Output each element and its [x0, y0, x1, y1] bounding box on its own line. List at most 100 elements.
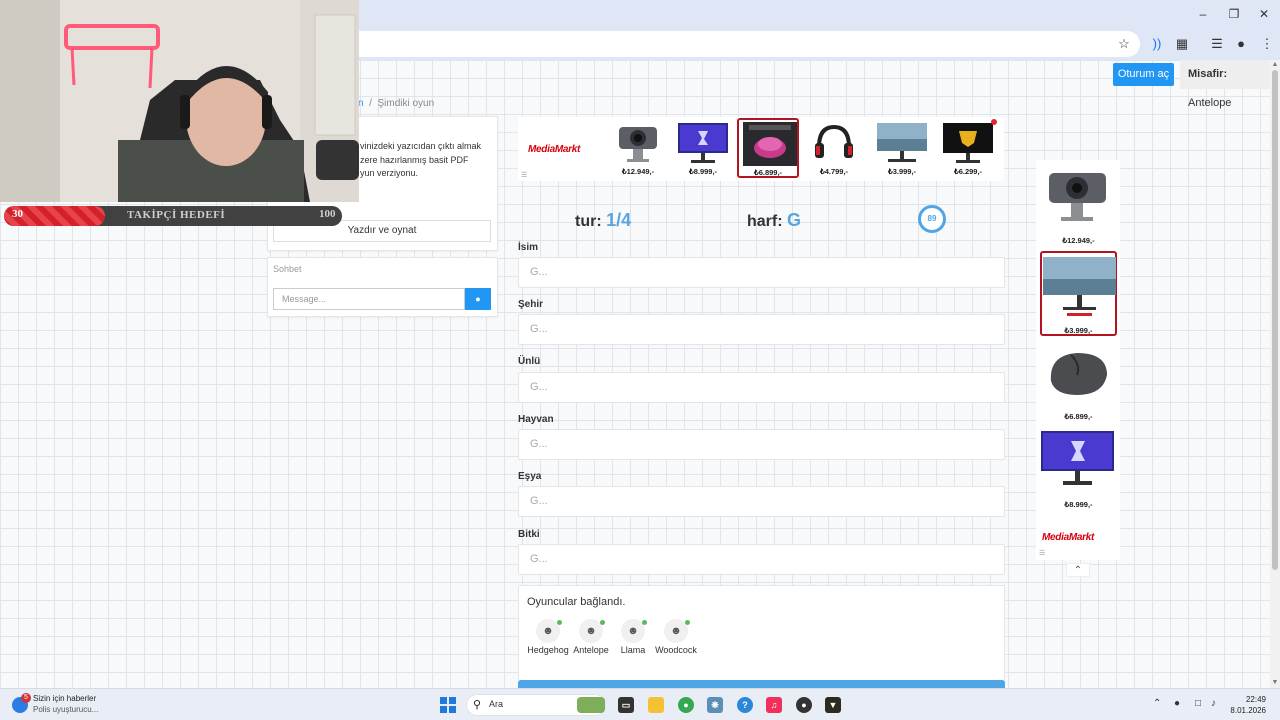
restore-icon[interactable]: ❐	[1224, 6, 1244, 22]
breadcrumb: n / Şimdiki oyun	[358, 98, 434, 109]
answer-input-name[interactable]: G...	[518, 257, 1005, 288]
chrome-icon[interactable]: ●	[678, 697, 694, 713]
ad-product-selected[interactable]: ₺3.999,-	[1040, 251, 1117, 336]
chevron-up-icon[interactable]: ⌃	[1066, 563, 1090, 577]
profile-avatar-icon[interactable]: ●	[1232, 35, 1250, 53]
webcam-icon	[619, 127, 657, 162]
ad-product[interactable]: ₺6.899,-	[1040, 339, 1117, 424]
address-bar[interactable]	[340, 31, 1140, 57]
round-value: 1/4	[606, 210, 632, 230]
players-title: Oyuncular bağlandı.	[527, 596, 626, 608]
menu-icon[interactable]: ⋮	[1258, 35, 1276, 53]
ad-price: ₺3.999,-	[887, 167, 917, 176]
ad-menu-icon[interactable]: ☰	[521, 171, 527, 179]
page-scrollbar[interactable]: ▲ ▼	[1270, 60, 1280, 688]
tray-chevron-up-icon[interactable]: ⌃	[1153, 698, 1161, 709]
mouse-icon	[1050, 353, 1107, 395]
print-info-text: vinizdeki yazıcıdan çıktı almak zere haz…	[360, 140, 495, 181]
minimize-icon[interactable]: –	[1193, 6, 1213, 22]
ad-price: ₺6.299,-	[953, 167, 983, 176]
chat-message-input[interactable]: Message...	[273, 288, 465, 310]
guest-badge[interactable]: Misafir: Antelope	[1180, 60, 1270, 109]
ad-product[interactable]: ₺12.949,-	[607, 119, 669, 179]
round-label: tur:	[575, 213, 602, 230]
ad-product[interactable]: ₺3.999,-	[871, 119, 933, 179]
follower-goal-title: TAKİPÇİ HEDEFİ	[127, 209, 226, 221]
login-button[interactable]: Oturum aç	[1113, 63, 1174, 86]
field-label: Şehir	[518, 299, 544, 310]
help-icon[interactable]: ?	[737, 697, 753, 713]
gaming-monitor-icon	[1041, 431, 1114, 485]
music-app-icon[interactable]: ♫	[766, 697, 782, 713]
player-item: ☻ Woodcock	[652, 619, 700, 664]
ad-banner-top[interactable]: MediaMarkt ☰ ₺12.949,- ₺8.999,- ₺6.899,-…	[518, 117, 1004, 181]
app-icon[interactable]: ❋	[707, 697, 723, 713]
task-view-icon[interactable]: ▭	[618, 697, 634, 713]
obs-icon[interactable]: ●	[796, 697, 812, 713]
ad-product[interactable]: ₺4.799,-	[803, 119, 865, 179]
ad-close-icon[interactable]	[991, 119, 997, 125]
ad-price: ₺3.999,-	[1064, 326, 1093, 335]
ad-price: ₺6.899,-	[1064, 412, 1093, 421]
field-label: Hayvan	[518, 414, 554, 425]
scrollbar-thumb[interactable]	[1272, 70, 1278, 570]
chat-bubble-icon: ●	[475, 294, 481, 304]
search-highlight-image	[577, 697, 605, 713]
ad-banner-side[interactable]: ₺12.949,- ₺3.999,- ₺6.899,- ₺8.999,- Med…	[1036, 160, 1120, 560]
answer-input-celebrity[interactable]: G...	[518, 372, 1005, 403]
search-label: Ara	[489, 699, 504, 709]
scroll-up-icon[interactable]: ▲	[1271, 61, 1279, 69]
headset-icon	[815, 124, 853, 158]
letter-label: harf:	[747, 213, 783, 230]
news-subtitle[interactable]: Polis uyuşturucu...	[33, 705, 98, 714]
ad-product[interactable]: ₺8.999,-	[1040, 427, 1117, 512]
round-indicator: tur: 1/4	[575, 210, 631, 231]
file-explorer-icon[interactable]	[648, 697, 664, 713]
monitor-icon	[1043, 257, 1116, 316]
read-aloud-icon[interactable]: ))	[1148, 35, 1166, 53]
webcam-feed	[0, 0, 359, 202]
media-icon[interactable]: ☰	[1208, 35, 1226, 53]
info-line: zere hazırlanmış basit PDF	[360, 154, 469, 165]
volume-icon[interactable]: ♪	[1211, 698, 1216, 709]
online-status-dot	[600, 620, 605, 625]
extensions-icon[interactable]: ▦	[1173, 35, 1191, 53]
answer-input-city[interactable]: G...	[518, 314, 1005, 345]
field-label: Eşya	[518, 471, 542, 482]
ad-price: ₺12.949,-	[621, 167, 655, 176]
answer-input-plant[interactable]: G...	[518, 544, 1005, 575]
clock-date: 8.01.2026	[1230, 706, 1266, 715]
player-name: Woodcock	[655, 645, 697, 655]
ad-product[interactable]: ₺12.949,-	[1040, 163, 1117, 248]
network-icon[interactable]: □	[1195, 698, 1201, 709]
ad-product[interactable]: ₺6.299,-	[937, 119, 999, 179]
online-status-dot	[642, 620, 647, 625]
ad-price: ₺6.899,-	[753, 168, 783, 177]
ad-menu-icon[interactable]: ☰	[1039, 549, 1045, 557]
taskbar-search[interactable]: ⚲ Ara	[466, 694, 606, 716]
news-title[interactable]: Sizin için haberler	[33, 694, 96, 703]
guest-name: Antelope	[1188, 97, 1232, 109]
answer-input-animal[interactable]: G...	[518, 429, 1005, 460]
info-line: vinizdeki yazıcıdan çıktı almak	[360, 141, 482, 151]
close-icon[interactable]: ✕	[1254, 6, 1274, 22]
ad-price: ₺4.799,-	[819, 167, 849, 176]
scroll-down-icon[interactable]: ▼	[1271, 679, 1279, 687]
breadcrumb-current: Şimdiki oyun	[377, 98, 435, 109]
players-panel: Oyuncular bağlandı. ☻ Hedgehog ☻ Antelop…	[518, 585, 1005, 683]
send-message-button[interactable]: ●	[465, 288, 491, 310]
guest-label: Misafir:	[1188, 68, 1228, 80]
star-icon[interactable]: ☆	[1115, 35, 1133, 53]
answer-input-object[interactable]: G...	[518, 486, 1005, 517]
microphone-icon[interactable]: ●	[1174, 698, 1180, 709]
ad-product[interactable]: ₺8.999,-	[672, 119, 734, 179]
system-clock[interactable]: 22:49 8.01.2026	[1230, 694, 1266, 716]
game-app-icon[interactable]: ▼	[825, 697, 841, 713]
ad-product-selected[interactable]: ₺6.899,-	[737, 118, 799, 178]
countdown-timer: 89	[918, 205, 946, 233]
windows-start-icon[interactable]	[440, 697, 456, 713]
submit-button[interactable]	[518, 680, 1005, 688]
chat-title: Sohbet	[273, 264, 302, 274]
ad-price: ₺8.999,-	[1064, 500, 1093, 509]
letter-value: G	[787, 210, 802, 230]
